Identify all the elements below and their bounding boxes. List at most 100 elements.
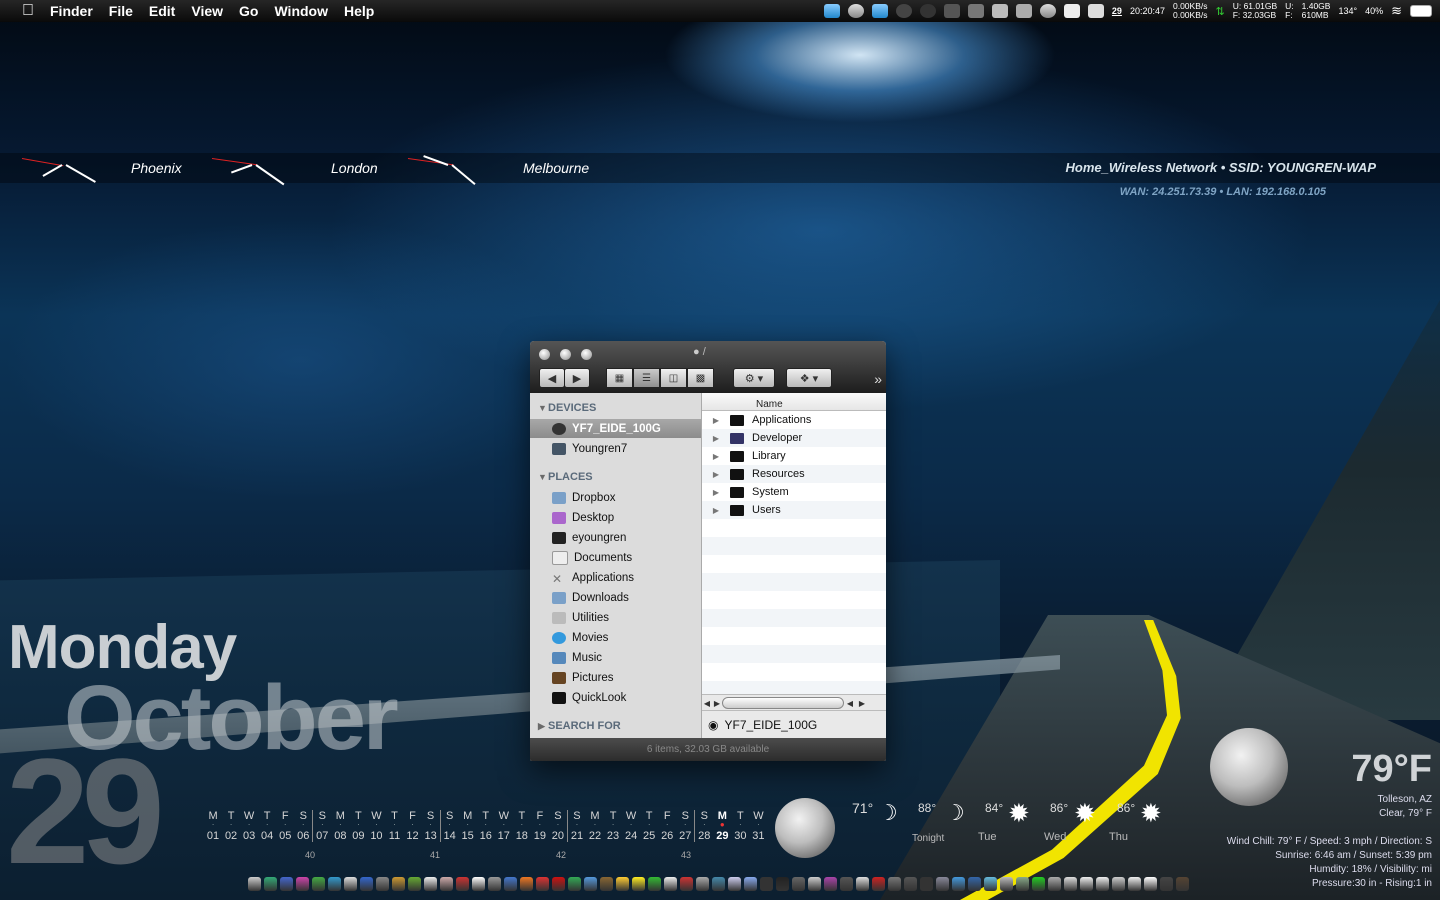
dock-app-icon[interactable] <box>1016 877 1029 891</box>
sidebar-item-pictures[interactable]: Pictures <box>530 668 701 687</box>
icon-view-button[interactable]: ▦ <box>606 368 633 388</box>
dock-app-icon[interactable] <box>1112 877 1125 891</box>
printer-icon[interactable] <box>1015 4 1032 18</box>
sidebar-item-music[interactable]: Music <box>530 648 701 667</box>
dock-app-icon[interactable] <box>408 877 421 891</box>
sidebar-item-movies[interactable]: Movies <box>530 628 701 647</box>
dock-app-icon[interactable] <box>824 877 837 891</box>
menu-view[interactable]: View <box>191 3 223 19</box>
dock-app-icon[interactable] <box>872 877 885 891</box>
scroll-thumb[interactable] <box>722 697 844 709</box>
file-row-resources[interactable]: ▶ Resources <box>702 465 886 483</box>
battery-icon[interactable] <box>1410 5 1432 17</box>
places-header[interactable]: ▼PLACES <box>538 471 593 483</box>
horizontal-scrollbar[interactable]: ◀ ▶ ◀ ▶ <box>702 694 886 711</box>
display-icon[interactable] <box>1087 4 1104 18</box>
dock-app-icon[interactable] <box>1160 877 1173 891</box>
menu-help[interactable]: Help <box>344 3 374 19</box>
disclosure-icon[interactable]: ▶ <box>702 488 730 497</box>
app-switch-icon[interactable] <box>991 4 1008 18</box>
dock-app-icon[interactable] <box>328 877 341 891</box>
dropbox-icon[interactable] <box>823 4 840 18</box>
sidebar-item-eyoungren[interactable]: eyoungren <box>530 528 701 547</box>
script-icon[interactable] <box>943 4 960 18</box>
dock-app-icon[interactable] <box>600 877 613 891</box>
minimize-button[interactable] <box>560 349 571 360</box>
forward-button[interactable]: ▶ <box>564 368 590 388</box>
dock-app-icon[interactable] <box>1000 877 1013 891</box>
dock-app-icon[interactable] <box>856 877 869 891</box>
dock-app-icon[interactable] <box>456 877 469 891</box>
dropbox-toolbar-button[interactable]: ❖ ▾ <box>786 368 832 388</box>
dock-app-icon[interactable] <box>568 877 581 891</box>
dropbox-alt-icon[interactable] <box>871 4 888 18</box>
dock-app-icon[interactable] <box>488 877 501 891</box>
dock-app-icon[interactable] <box>680 877 693 891</box>
dock-app-icon[interactable] <box>520 877 533 891</box>
dock-app-icon[interactable] <box>632 877 645 891</box>
disclosure-icon[interactable]: ▶ <box>702 452 730 461</box>
disk-util-icon[interactable] <box>1039 4 1056 18</box>
file-row-users[interactable]: ▶ Users <box>702 501 886 519</box>
dock-app-icon[interactable] <box>1176 877 1189 891</box>
column-view-button[interactable]: ◫ <box>660 368 687 388</box>
dock-app-icon[interactable] <box>904 877 917 891</box>
scroll-right-icon-2[interactable]: ▶ <box>856 699 868 708</box>
dock-app-icon[interactable] <box>392 877 405 891</box>
menu-app-name[interactable]: Finder <box>50 3 93 19</box>
dock-app-icon[interactable] <box>840 877 853 891</box>
list-view-button[interactable]: ☰ <box>633 368 660 388</box>
dock-app-icon[interactable] <box>664 877 677 891</box>
dock-app-icon[interactable] <box>968 877 981 891</box>
toolbar-overflow-icon[interactable]: » <box>874 371 882 387</box>
dock-app-icon[interactable] <box>648 877 661 891</box>
disclosure-icon[interactable]: ▶ <box>702 470 730 479</box>
dock-app-icon[interactable] <box>760 877 773 891</box>
dock-app-icon[interactable] <box>696 877 709 891</box>
back-button[interactable]: ◀ <box>539 368 565 388</box>
dock-app-icon[interactable] <box>312 877 325 891</box>
dock-app-icon[interactable] <box>952 877 965 891</box>
clock-time[interactable]: 20:20:47 <box>1130 6 1165 16</box>
dock-app-icon[interactable] <box>584 877 597 891</box>
sidebar-item-quicklook[interactable]: QuickLook <box>530 688 701 707</box>
scroll-left-icon-2[interactable]: ◀ <box>844 699 856 708</box>
sidebar-item-dropbox[interactable]: Dropbox <box>530 488 701 507</box>
sidebar-item-documents[interactable]: Documents <box>530 548 701 567</box>
dock-app-icon[interactable] <box>744 877 757 891</box>
dock-app-icon[interactable] <box>936 877 949 891</box>
sidebar-item-youngren7[interactable]: Youngren7 <box>530 439 701 458</box>
dock-app-icon[interactable] <box>280 877 293 891</box>
menu-edit[interactable]: Edit <box>149 3 175 19</box>
disclosure-icon[interactable]: ▶ <box>702 506 730 515</box>
battery-percent[interactable]: 40% <box>1365 6 1383 16</box>
dock-app-icon[interactable] <box>1128 877 1141 891</box>
sidebar-item-desktop[interactable]: Desktop <box>530 508 701 527</box>
disclosure-icon[interactable]: ▶ <box>702 416 730 425</box>
gear-status-icon[interactable] <box>895 4 912 18</box>
drive-icon[interactable] <box>967 4 984 18</box>
cpu-temp[interactable]: 134° <box>1338 6 1357 16</box>
dock-app-icon[interactable] <box>424 877 437 891</box>
dock-app-icon[interactable] <box>472 877 485 891</box>
dock-app-icon[interactable] <box>504 877 517 891</box>
dock-app-icon[interactable] <box>360 877 373 891</box>
dock-app-icon[interactable] <box>248 877 261 891</box>
search-for-header[interactable]: ▶ SEARCH FOR <box>538 720 621 732</box>
sidebar-item-utilities[interactable]: Utilities <box>530 608 701 627</box>
finder-titlebar[interactable]: ● / ◀ ▶ ▦ ☰ ◫ ▩ ⚙ ▾ ❖ ▾ » <box>530 341 886 393</box>
dock-app-icon[interactable] <box>616 877 629 891</box>
sidebar-item-downloads[interactable]: Downloads <box>530 588 701 607</box>
dock-app-icon[interactable] <box>712 877 725 891</box>
dock-app-icon[interactable] <box>776 877 789 891</box>
zoom-button[interactable] <box>581 349 592 360</box>
sidebar-item-applications[interactable]: ✕ Applications <box>530 568 701 587</box>
sun-status-icon[interactable] <box>919 4 936 18</box>
file-row-system[interactable]: ▶ System <box>702 483 886 501</box>
memory-usage[interactable]: 1.40GB 610MB <box>1302 2 1331 20</box>
path-item[interactable]: YF7_EIDE_100G <box>724 718 817 732</box>
scroll-right-icon[interactable]: ▶ <box>712 699 722 708</box>
action-gear-button[interactable]: ⚙ ▾ <box>733 368 775 388</box>
column-header-name[interactable]: Name <box>702 393 886 411</box>
dock-app-icon[interactable] <box>888 877 901 891</box>
